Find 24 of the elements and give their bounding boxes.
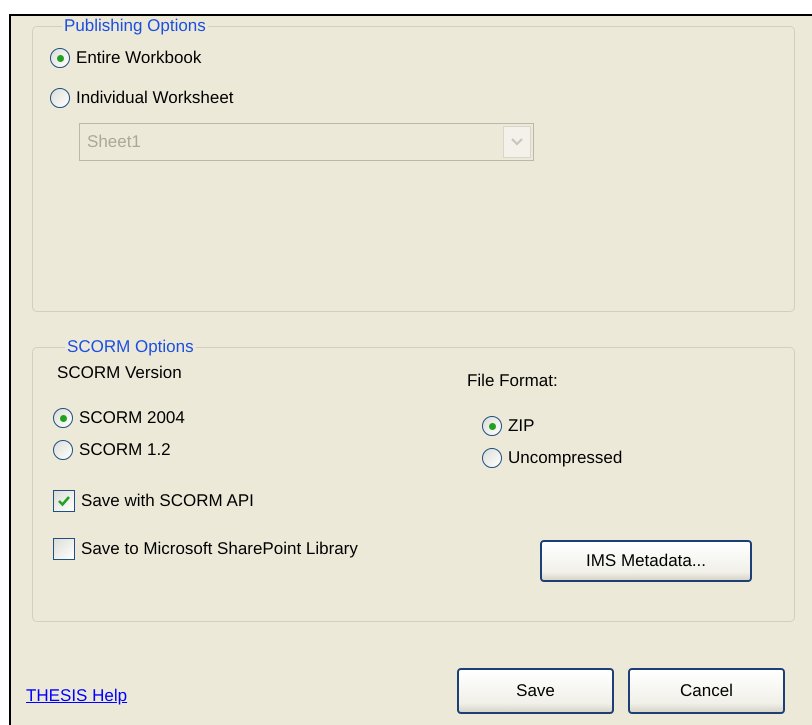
radio-button[interactable] [482,448,502,468]
radio-button[interactable] [482,416,502,436]
cancel-button[interactable]: Cancel [628,668,785,714]
option-label[interactable]: Uncompressed [508,448,622,468]
ims-metadata-button[interactable]: IMS Metadata... [540,540,752,582]
section-label: File Format: [467,371,559,391]
checkbox[interactable] [53,538,75,560]
option-label[interactable]: Save to Microsoft SharePoint Library [81,539,358,559]
option-label[interactable]: Individual Worksheet [76,88,234,108]
section-label: SCORM Version [57,363,183,383]
option-label[interactable]: SCORM 2004 [79,408,185,428]
radio-button[interactable] [50,48,70,68]
help-link[interactable]: THESIS Help [26,686,128,706]
radio-button[interactable] [50,88,70,108]
radio-button[interactable] [53,440,73,460]
radio-button[interactable] [53,408,73,428]
option-label[interactable]: SCORM 1.2 [79,440,171,460]
save-button[interactable]: Save [457,668,614,714]
group-title: Publishing Options [63,16,207,36]
group-title: SCORM Options [66,337,195,357]
option-label[interactable]: Save with SCORM API [81,491,254,511]
option-label[interactable]: Entire Workbook [76,48,202,68]
checkbox[interactable] [53,490,75,512]
option-label[interactable]: ZIP [508,416,534,436]
